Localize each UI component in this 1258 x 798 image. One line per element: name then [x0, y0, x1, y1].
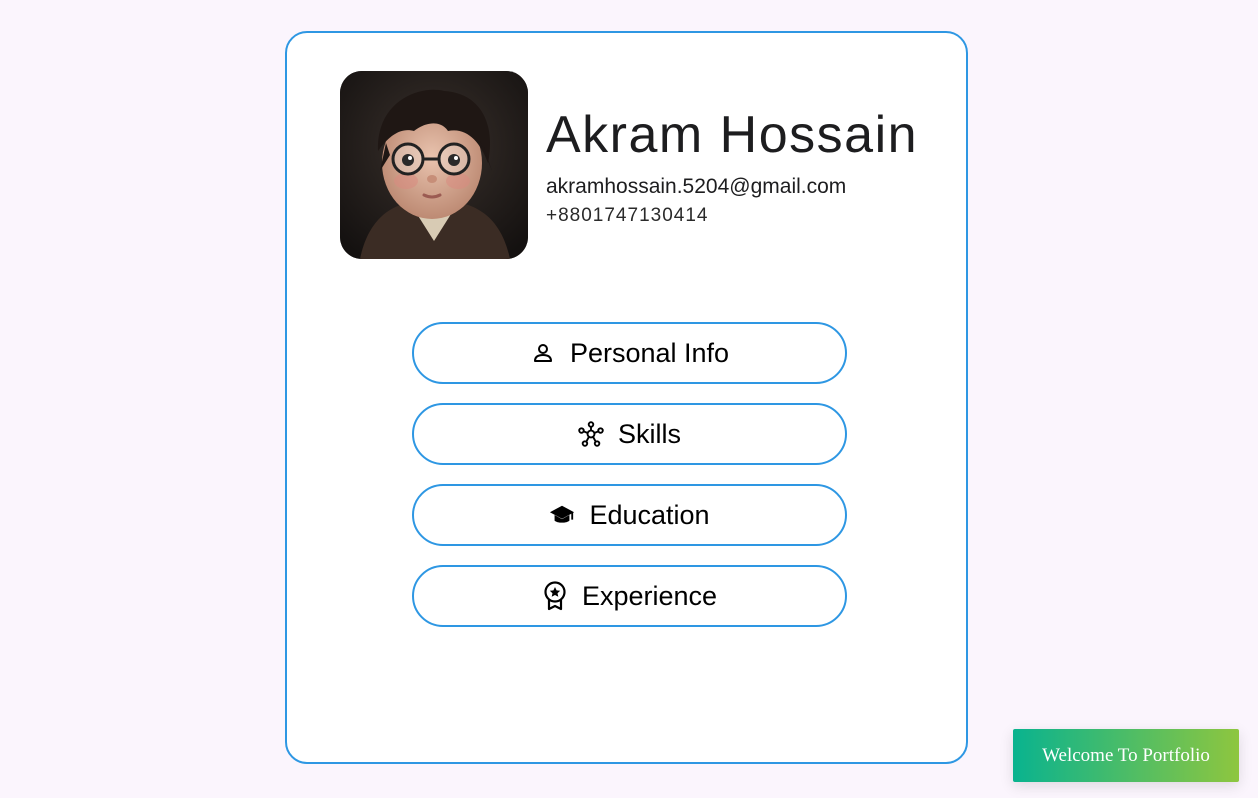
profile-name: Akram Hossain — [546, 106, 919, 164]
personal-info-button[interactable]: Personal Info — [412, 322, 847, 384]
graduation-cap-icon — [549, 502, 575, 528]
skills-button[interactable]: Skills — [412, 403, 847, 465]
education-label: Education — [589, 499, 710, 530]
education-button[interactable]: Education — [412, 484, 847, 546]
skills-label: Skills — [617, 418, 681, 449]
award-badge-icon — [542, 581, 568, 611]
profile-phone: +8801747130414 — [546, 205, 709, 226]
network-icon — [578, 421, 604, 447]
welcome-toast[interactable]: Welcome To Portfolio — [1013, 729, 1239, 782]
profile-email: akramhossain.5204@gmail.com — [546, 175, 847, 198]
avatar — [340, 71, 528, 259]
personal-info-label: Personal Info — [569, 337, 730, 368]
experience-label: Experience — [581, 580, 718, 611]
person-icon — [530, 340, 556, 366]
experience-button[interactable]: Experience — [412, 565, 847, 627]
section-menu: Personal Info Skills Education Experienc… — [412, 322, 847, 646]
welcome-toast-message: Welcome To Portfolio — [1042, 744, 1210, 766]
profile-card: Akram Hossain akramhossain.5204@gmail.co… — [285, 31, 968, 764]
